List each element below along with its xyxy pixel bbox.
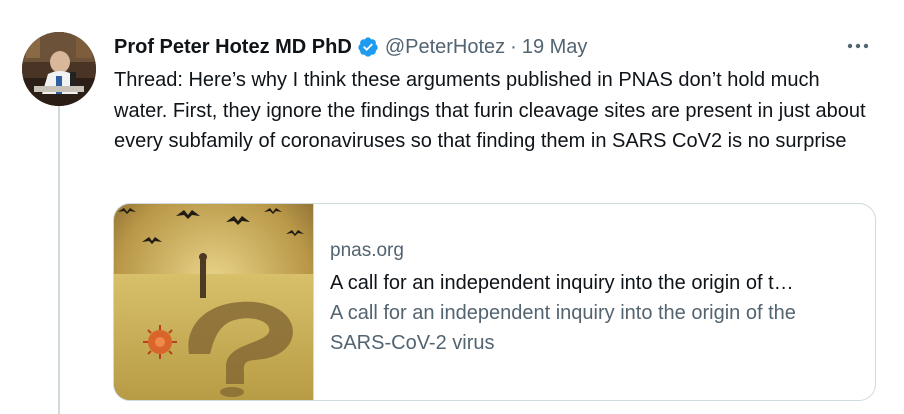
more-horizontal-icon — [847, 43, 869, 49]
avatar-image — [22, 32, 96, 106]
tweet-date[interactable]: 19 May — [522, 36, 588, 59]
author-handle[interactable]: @PeterHotez — [385, 36, 505, 59]
tweet-text: Thread: Here’s why I think these argumen… — [114, 69, 866, 152]
card-thumbnail-image — [114, 204, 314, 400]
thread-connector-line — [58, 106, 60, 414]
card-description: A call for an independent inquiry into t… — [330, 302, 796, 354]
avatar[interactable] — [22, 32, 96, 106]
verified-badge-icon — [358, 37, 378, 57]
tweet-header: Prof Peter Hotez MD PhD @PeterHotez · 19… — [114, 33, 864, 61]
card-title: A call for an independent inquiry into t… — [330, 272, 794, 294]
card-body: pnas.org A call for an independent inqui… — [330, 238, 857, 358]
separator-dot: · — [510, 35, 517, 58]
link-preview-card[interactable]: pnas.org A call for an independent inqui… — [113, 203, 876, 401]
more-options-button[interactable] — [842, 32, 874, 60]
card-domain: pnas.org — [330, 240, 404, 261]
author-name[interactable]: Prof Peter Hotez MD PhD — [114, 36, 352, 59]
